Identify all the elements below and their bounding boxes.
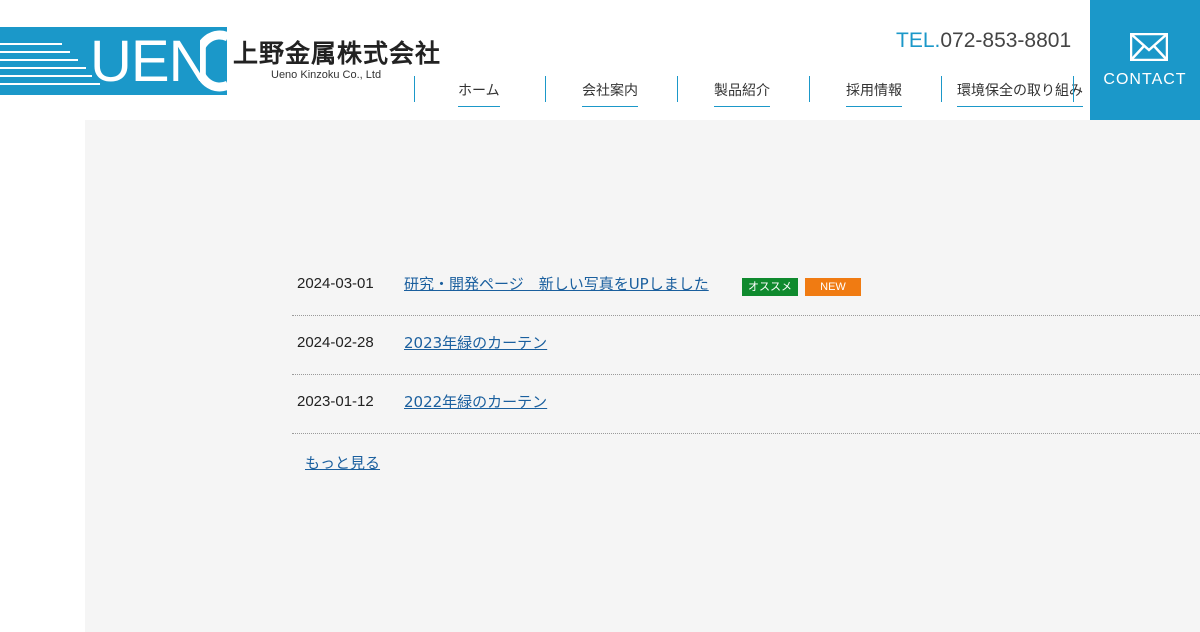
nav-label[interactable]: 環境保全の取り組み xyxy=(957,80,1083,107)
nav-label[interactable]: 会社案内 xyxy=(582,80,638,107)
news-title-link[interactable]: 2023年緑のカーテン xyxy=(404,332,547,353)
page: UEN 上野金属株式会社 Ueno Kinzoku Co., Ltd TEL.0… xyxy=(0,0,1200,632)
logo-text: UEN xyxy=(90,29,210,94)
more-link[interactable]: もっと見る xyxy=(305,452,380,473)
mail-icon xyxy=(1130,33,1168,61)
news-date: 2023-01-12 xyxy=(297,393,374,410)
nav-divider xyxy=(677,76,678,102)
main-content: 2024-03-01 研究・開発ページ 新しい写真をUPしました オススメ NEW… xyxy=(85,120,1200,632)
company-name-en: Ueno Kinzoku Co., Ltd xyxy=(271,69,382,81)
news-title-link[interactable]: 2022年緑のカーテン xyxy=(404,391,547,412)
tel-prefix: TEL. xyxy=(896,29,941,52)
logo-o-icon xyxy=(200,30,227,92)
news-item: 2024-03-01 研究・開発ページ 新しい写真をUPしました オススメ NEW xyxy=(292,257,1200,316)
recommend-badge: オススメ xyxy=(742,277,798,296)
tel-number: 072-853-8801 xyxy=(940,29,1072,52)
nav-label[interactable]: ホーム xyxy=(458,80,500,107)
logo[interactable]: UEN xyxy=(0,27,227,95)
nav-divider xyxy=(1073,76,1074,102)
nav-divider xyxy=(809,76,810,102)
news-title-link[interactable]: 研究・開発ページ 新しい写真をUPしました xyxy=(404,273,709,294)
nav-label[interactable]: 採用情報 xyxy=(846,80,902,107)
news-item: 2024-02-28 2023年緑のカーテン xyxy=(292,316,1200,375)
nav-divider xyxy=(414,76,415,102)
new-badge: NEW xyxy=(805,277,861,296)
contact-button[interactable]: CONTACT xyxy=(1090,0,1200,120)
news-date: 2024-02-28 xyxy=(297,334,374,351)
company-name-jp: 上野金属株式会社 xyxy=(233,39,442,68)
nav-divider xyxy=(545,76,546,102)
news-date: 2024-03-01 xyxy=(297,275,374,292)
nav-label[interactable]: 製品紹介 xyxy=(714,80,770,107)
nav-divider xyxy=(941,76,942,102)
news-list: 2024-03-01 研究・開発ページ 新しい写真をUPしました オススメ NEW… xyxy=(292,257,1200,472)
news-title-text[interactable]: 研究・開発ページ 新しい写真をUPしました xyxy=(404,275,709,293)
contact-label: CONTACT xyxy=(1103,71,1187,88)
telephone[interactable]: TEL.072-853-8801 xyxy=(896,29,1071,53)
logo-stripes xyxy=(0,27,100,95)
news-item: 2023-01-12 2022年緑のカーテン xyxy=(292,375,1200,434)
news-badges: オススメ NEW xyxy=(735,276,861,296)
